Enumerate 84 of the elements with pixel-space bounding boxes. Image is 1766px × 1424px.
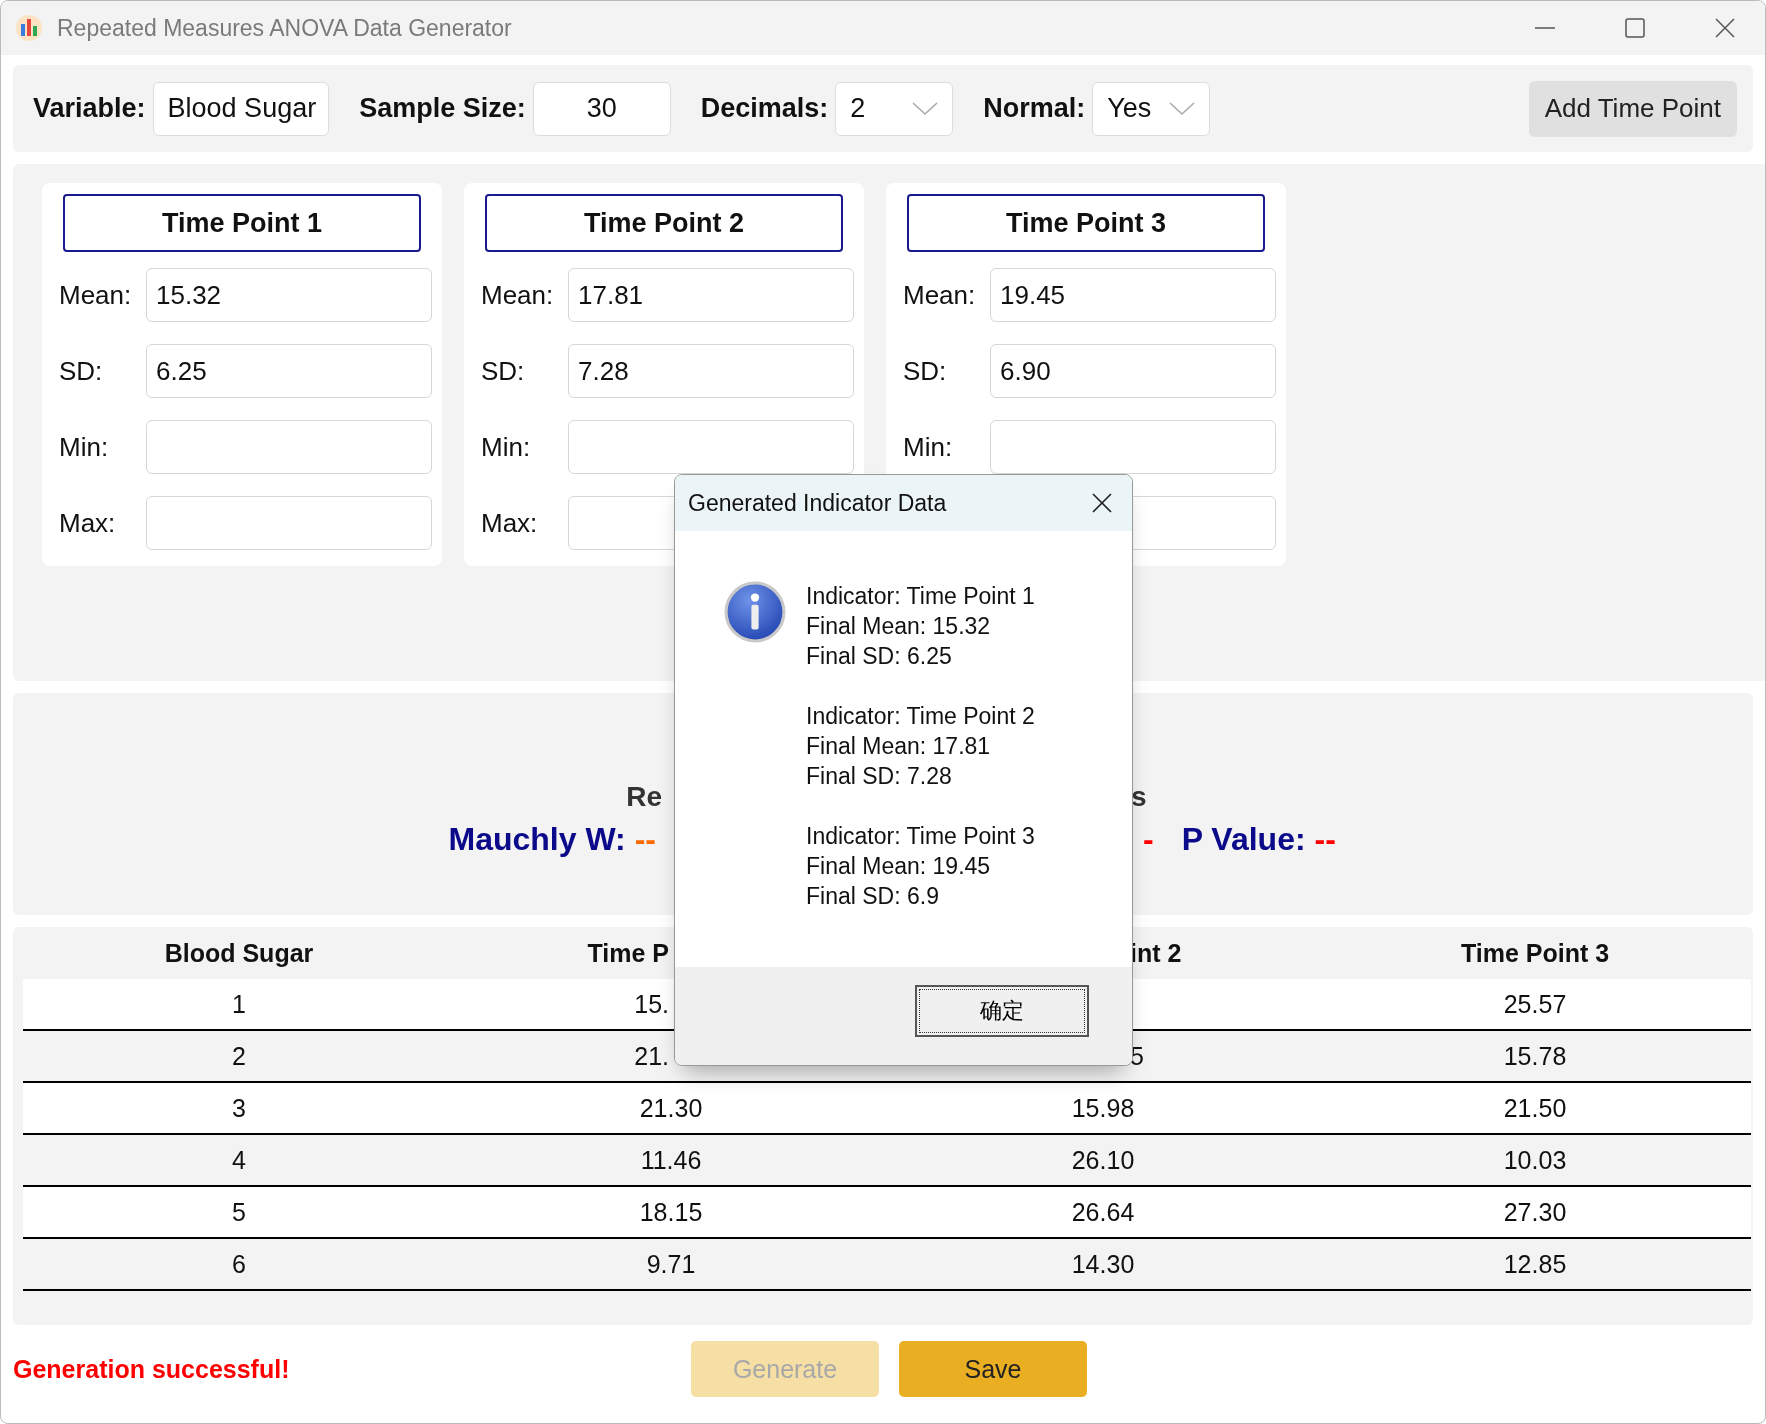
dialog-text: Final SD: 6.25 xyxy=(806,642,953,671)
chevron-down-icon xyxy=(1169,101,1196,116)
table-cell-text: 15. xyxy=(633,989,670,1019)
table-cell-text: 4 xyxy=(231,1145,247,1175)
field-label: Sample Size: xyxy=(359,93,526,124)
field-label: Mean: xyxy=(481,279,555,311)
table-cell-text: 26.64 xyxy=(1070,1197,1136,1227)
field-label: Min: xyxy=(481,431,532,463)
dialog-title: Generated Indicator Data xyxy=(688,489,947,517)
dialog-text: Indicator: Time Point 1 xyxy=(806,582,1035,611)
input-field[interactable] xyxy=(990,420,1276,474)
table-cell-text: 21. xyxy=(633,1041,670,1071)
close-icon[interactable] xyxy=(1092,493,1112,513)
field-label: Mean: xyxy=(903,279,977,311)
field-label: Max: xyxy=(59,507,117,539)
dropdown[interactable]: 2 xyxy=(835,81,954,136)
dialog-text: Final SD: 7.28 xyxy=(806,762,953,791)
table-cell-text: 12.85 xyxy=(1502,1249,1568,1279)
dialog-text: Final Mean: 15.32 xyxy=(806,612,992,641)
statistic: Mauchly W: -- xyxy=(448,821,656,858)
table-cell-text: 25.57 xyxy=(1502,989,1568,1019)
table-cell-text: 2 xyxy=(231,1041,247,1071)
ok-button[interactable]: 确定 xyxy=(915,985,1089,1037)
input-field[interactable]: 6.90 xyxy=(990,344,1276,398)
dialog-text: Final Mean: 19.45 xyxy=(806,852,992,881)
dialog-text: Indicator: Time Point 3 xyxy=(806,822,1035,851)
field-label: SD: xyxy=(903,355,948,387)
dropdown[interactable]: Yes xyxy=(1092,81,1211,136)
field-label: Normal: xyxy=(983,93,1086,124)
table-cell-text: 3 xyxy=(231,1093,247,1123)
input-field[interactable] xyxy=(568,420,854,474)
statistic: P Value: -- xyxy=(1181,821,1336,858)
table-cell-text: 27.30 xyxy=(1502,1197,1568,1227)
column-header: Blood Sugar xyxy=(163,938,315,968)
table-cell-text: 18.15 xyxy=(638,1197,704,1227)
table-cell-text: 6 xyxy=(231,1249,247,1279)
field-label: Mean: xyxy=(59,279,133,311)
save-button[interactable]: Save xyxy=(899,1341,1087,1397)
field-label: Min: xyxy=(903,431,954,463)
results-title: Re xyxy=(626,781,662,813)
chevron-down-icon xyxy=(912,101,939,116)
time-point-button[interactable]: Time Point 2 xyxy=(485,194,843,252)
table-cell-text: 21.30 xyxy=(638,1093,704,1123)
input-field[interactable]: 15.32 xyxy=(146,268,432,322)
table-cell-text: 21.50 xyxy=(1502,1093,1568,1123)
column-header: Time Point 3 xyxy=(1459,938,1611,968)
add-time-point-button[interactable]: Add Time Point xyxy=(1528,80,1737,137)
field-label: Min: xyxy=(59,431,110,463)
field-label: SD: xyxy=(481,355,526,387)
column-header: Time P xyxy=(586,938,670,968)
table-cell-text: 5 xyxy=(231,1197,247,1227)
input-field[interactable]: 17.81 xyxy=(568,268,854,322)
bar-chart-icon xyxy=(15,14,43,42)
table-cell-text: 10.03 xyxy=(1502,1145,1568,1175)
field-label: Decimals: xyxy=(700,93,829,124)
field-label: Max: xyxy=(481,507,539,539)
dialog-text: Indicator: Time Point 2 xyxy=(806,702,1035,731)
field-label: SD: xyxy=(59,355,104,387)
dialog-text: Final Mean: 17.81 xyxy=(806,732,992,761)
input-field[interactable]: 30 xyxy=(532,81,671,136)
field-label: Variable: xyxy=(33,93,146,124)
input-field[interactable] xyxy=(146,420,432,474)
dialog-text: Final SD: 6.9 xyxy=(806,882,940,911)
status-message: Generation successful! xyxy=(13,1354,290,1384)
input-field[interactable]: 19.45 xyxy=(990,268,1276,322)
window-title: Repeated Measures ANOVA Data Generator xyxy=(57,14,512,42)
input-field[interactable]: 6.25 xyxy=(146,344,432,398)
statistic: - xyxy=(1143,821,1154,858)
input-field[interactable]: Blood Sugar xyxy=(152,81,330,136)
input-field[interactable] xyxy=(146,496,432,550)
info-icon xyxy=(724,581,786,643)
time-point-button[interactable]: Time Point 1 xyxy=(63,194,421,252)
time-point-button[interactable]: Time Point 3 xyxy=(907,194,1265,252)
maximize-icon[interactable] xyxy=(1625,18,1645,38)
results-title: s xyxy=(1131,781,1148,813)
close-icon[interactable] xyxy=(1715,18,1735,38)
table-cell-text: 15.98 xyxy=(1070,1093,1136,1123)
table-cell-text: 14.30 xyxy=(1070,1249,1136,1279)
table-cell-text: 11.46 xyxy=(639,1145,703,1175)
table-cell-text: 15.78 xyxy=(1502,1041,1568,1071)
input-field[interactable]: 7.28 xyxy=(568,344,854,398)
table-cell-text: 1 xyxy=(231,989,247,1019)
table-cell-text: 9.71 xyxy=(645,1249,697,1279)
table-cell-text: 26.10 xyxy=(1070,1145,1136,1175)
